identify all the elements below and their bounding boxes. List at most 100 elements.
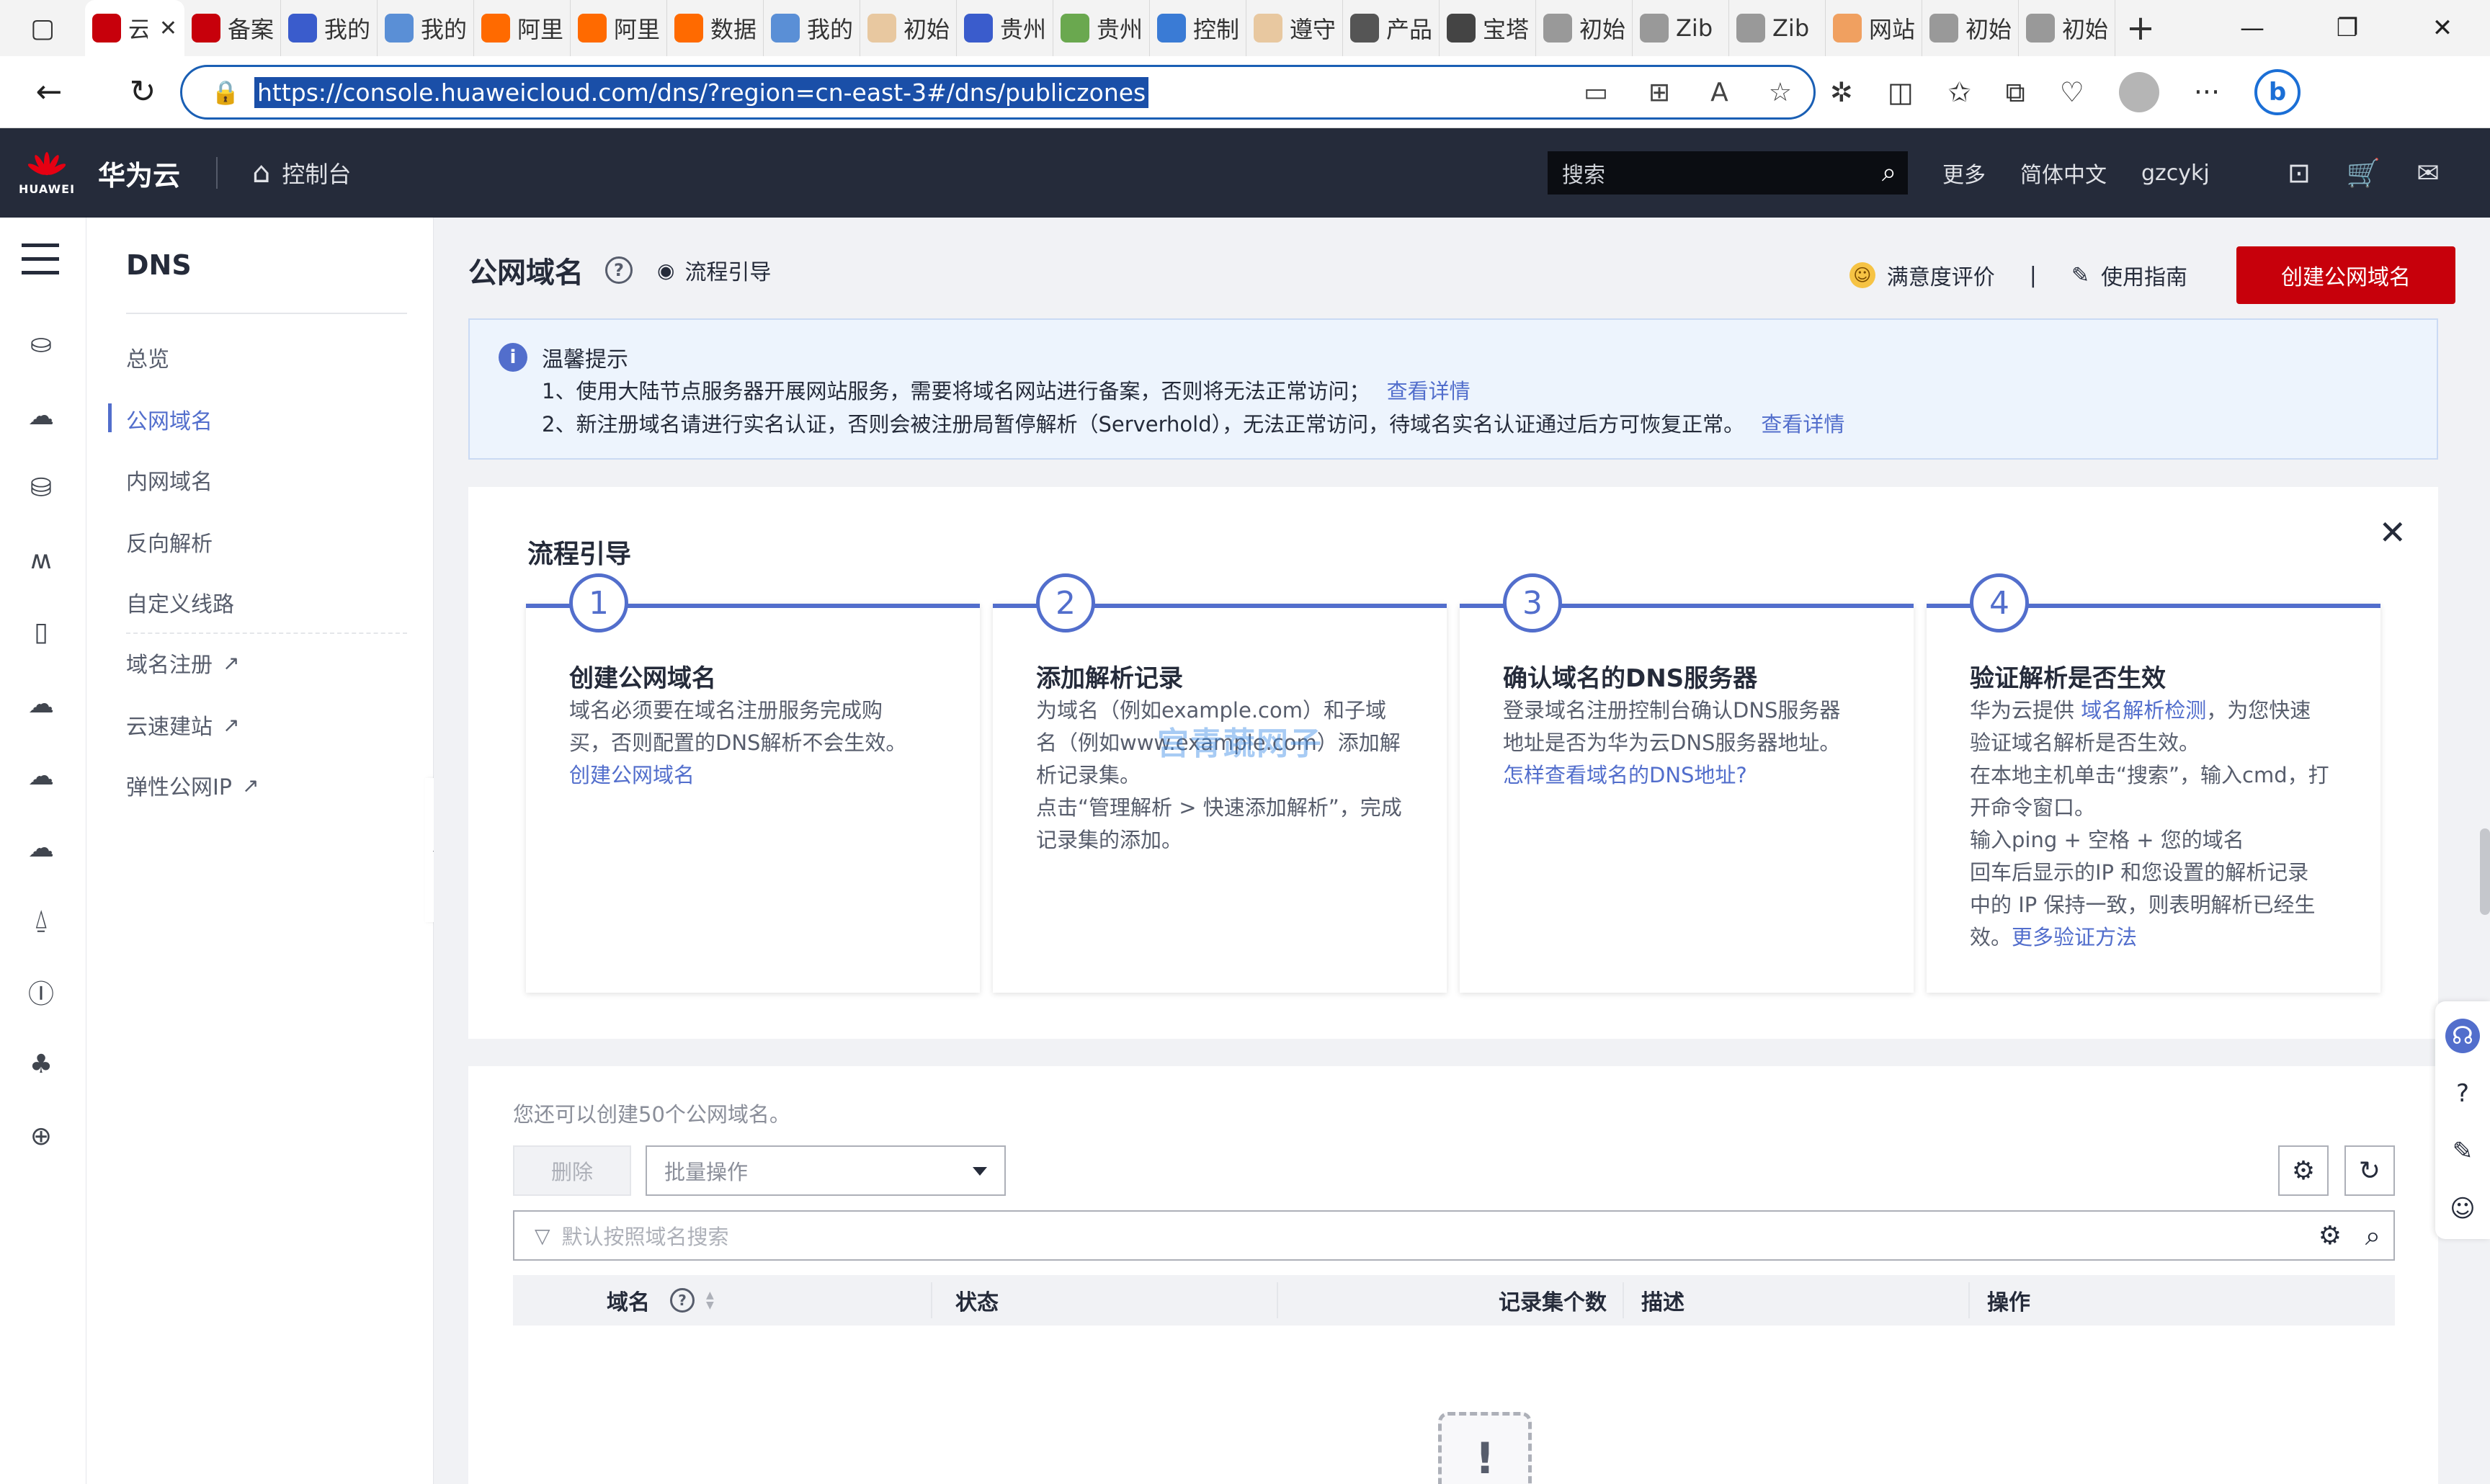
profile-avatar[interactable] [2118,72,2159,112]
browser-tab[interactable]: 我的 [378,0,474,56]
storage-icon[interactable]: ⛁ [23,470,59,506]
header-search-input[interactable]: 搜索 ⌕ [1548,151,1908,195]
terminal-icon[interactable]: ⊡ [2288,157,2311,189]
eip-icon[interactable]: Ⓘ [23,974,59,1010]
scrollbar-thumb[interactable] [2480,828,2490,915]
apps-icon[interactable]: ⊞ [1648,78,1670,107]
more-menu-icon[interactable]: ··· [2194,76,2220,108]
minimize-icon[interactable]: — [2205,0,2300,56]
sidebar-item-overview[interactable]: 总览 [126,341,169,373]
delete-button[interactable]: 删除 [513,1145,631,1196]
domain-search-input[interactable]: ▽ 默认按照域名搜索 ⚙ ⌕ [513,1210,2395,1261]
notice-line-1-link[interactable]: 查看详情 [1387,379,1471,403]
help-question-icon[interactable]: ? [605,256,633,284]
browser-tab[interactable]: 初始 [1922,0,2019,56]
globe-icon[interactable]: ⊕ [23,1118,59,1154]
browser-tab[interactable]: 阿里 [474,0,571,56]
collections-icon[interactable]: ⧉ [2006,76,2025,109]
sidebar-item-site-builder[interactable]: 云速建站 ↗ [126,709,239,741]
split-screen-icon[interactable]: ◫ [1888,76,1914,108]
favorites-icon[interactable]: ✩ [1948,76,1971,108]
resolution-check-link[interactable]: 域名解析检测 [2081,698,2206,723]
notice-line-2-link[interactable]: 查看详情 [1761,412,1844,437]
sidebar-item-domain-registration[interactable]: 域名注册 ↗ [126,647,239,679]
tab-close-icon[interactable]: ✕ [159,16,177,41]
huawei-logo[interactable]: HUAWEI [0,128,94,218]
user-guide-link[interactable]: 使用指南 [2101,259,2187,291]
reload-icon[interactable]: ↻ [110,59,176,125]
username[interactable]: gzcykj [2141,161,2210,186]
feedback-icon[interactable]: ✎ [2445,1134,2480,1168]
more-menu[interactable]: 更多 [1942,157,1986,189]
search-icon[interactable]: ⌕ [1882,158,1896,188]
sidebar-item-custom-lines[interactable]: 自定义线路 [126,586,234,618]
batch-operation-select[interactable]: 批量操作 [646,1145,1006,1196]
restore-icon[interactable]: ❐ [2300,0,2395,56]
browser-tab[interactable]: 数据 [667,0,764,56]
browser-tab[interactable]: 我的 [281,0,378,56]
database-icon[interactable]: ▯ [23,614,59,650]
cloud-service-icon[interactable]: ☁ [23,686,59,722]
sidebar-item-reverse-resolution[interactable]: 反向解析 [126,526,213,558]
cloud-sync-icon[interactable]: ☁ [23,830,59,866]
column-domain[interactable]: 域名 ? ▲ ▼ [607,1275,714,1326]
sidebar-item-eip[interactable]: 弹性公网IP ↗ [126,769,259,801]
sort-icon[interactable]: ▲ ▼ [706,1290,714,1310]
favorite-star-icon[interactable]: ☆ [1769,78,1792,107]
browser-tab[interactable]: 阿里 [571,0,667,56]
security-icon[interactable]: ⍙ [23,902,59,938]
browser-tab[interactable]: 贵州 [1053,0,1150,56]
tab-actions-icon[interactable]: ▢ [0,0,85,56]
extensions-icon[interactable]: ✲ [1830,76,1853,108]
browser-tab[interactable]: 初始 [2019,0,2115,56]
browser-tab[interactable]: 贵州 [957,0,1053,56]
browser-tab[interactable]: 宝塔 [1440,0,1536,56]
cloud-server-icon[interactable]: ⛀ [23,326,59,362]
mail-icon[interactable]: ✉ [2417,157,2440,189]
cluster-icon[interactable]: ♣ [23,1046,59,1082]
refresh-button[interactable]: ↻ [2344,1145,2395,1196]
dns-address-help-link[interactable]: 怎样查看域名的DNS地址? [1503,763,1747,787]
language-switch[interactable]: 简体中文 [2020,157,2107,189]
search-icon[interactable]: ⌕ [2365,1220,2380,1252]
sidebar-item-private-zones[interactable]: 内网域名 [126,464,213,496]
cart-icon[interactable]: 🛒 [2347,157,2380,189]
browser-tab[interactable]: 云帐 ✕ [85,0,184,56]
browser-tab[interactable]: Zib [1729,0,1826,56]
flow-guide-link[interactable]: ◉ 流程引导 [657,254,771,286]
close-window-icon[interactable]: ✕ [2395,0,2490,56]
browser-tab[interactable]: 初始 [860,0,957,56]
settings-gear-button[interactable]: ⚙ [2278,1145,2329,1196]
create-public-zone-button[interactable]: 创建公网域名 [2236,246,2455,304]
url-field[interactable]: 🔒 https://console.huaweicloud.com/dns/?r… [180,65,1816,120]
sidebar-item-public-zones[interactable]: 公网域名 [126,403,213,435]
browser-tab[interactable]: 遵守 [1246,0,1343,56]
lock-icon[interactable]: 🔒 [197,79,254,106]
browser-tab[interactable]: 控制 [1150,0,1246,56]
new-tab-button[interactable]: + [2115,8,2166,48]
cloud-upload-icon[interactable]: ☁ [23,758,59,794]
close-icon[interactable]: ✕ [2378,513,2406,552]
brand-name[interactable]: 华为云 [98,153,180,193]
hamburger-menu-icon[interactable] [22,243,59,285]
bing-icon[interactable]: b [2254,69,2301,115]
back-icon[interactable]: ← [16,59,82,125]
customer-service-icon[interactable]: ☊ [2445,1019,2480,1053]
browser-tab[interactable]: 初始 [1536,0,1633,56]
browser-tab[interactable]: 我的 [764,0,860,56]
help-question-icon[interactable]: ? [670,1288,695,1313]
device-icon[interactable]: ▭ [1584,78,1608,107]
help-icon[interactable]: ? [2445,1076,2480,1111]
read-aloud-icon[interactable]: A [1710,78,1728,107]
browser-tab[interactable]: 备案 [184,0,281,56]
smile-feedback-icon[interactable]: ☺ [2445,1192,2480,1226]
browser-tab[interactable]: 网站 [1826,0,1922,56]
network-icon[interactable]: ʍ [23,542,59,578]
browser-tab[interactable]: Zib [1633,0,1729,56]
cloud-icon[interactable]: ☁ [23,398,59,434]
performance-icon[interactable]: ♡ [2060,76,2084,108]
more-verify-methods-link[interactable]: 更多验证方法 [2012,925,2137,949]
create-zone-link[interactable]: 创建公网域名 [569,763,695,787]
console-link[interactable]: ⌂ 控制台 [252,156,351,189]
browser-tab[interactable]: 产品 [1343,0,1440,56]
